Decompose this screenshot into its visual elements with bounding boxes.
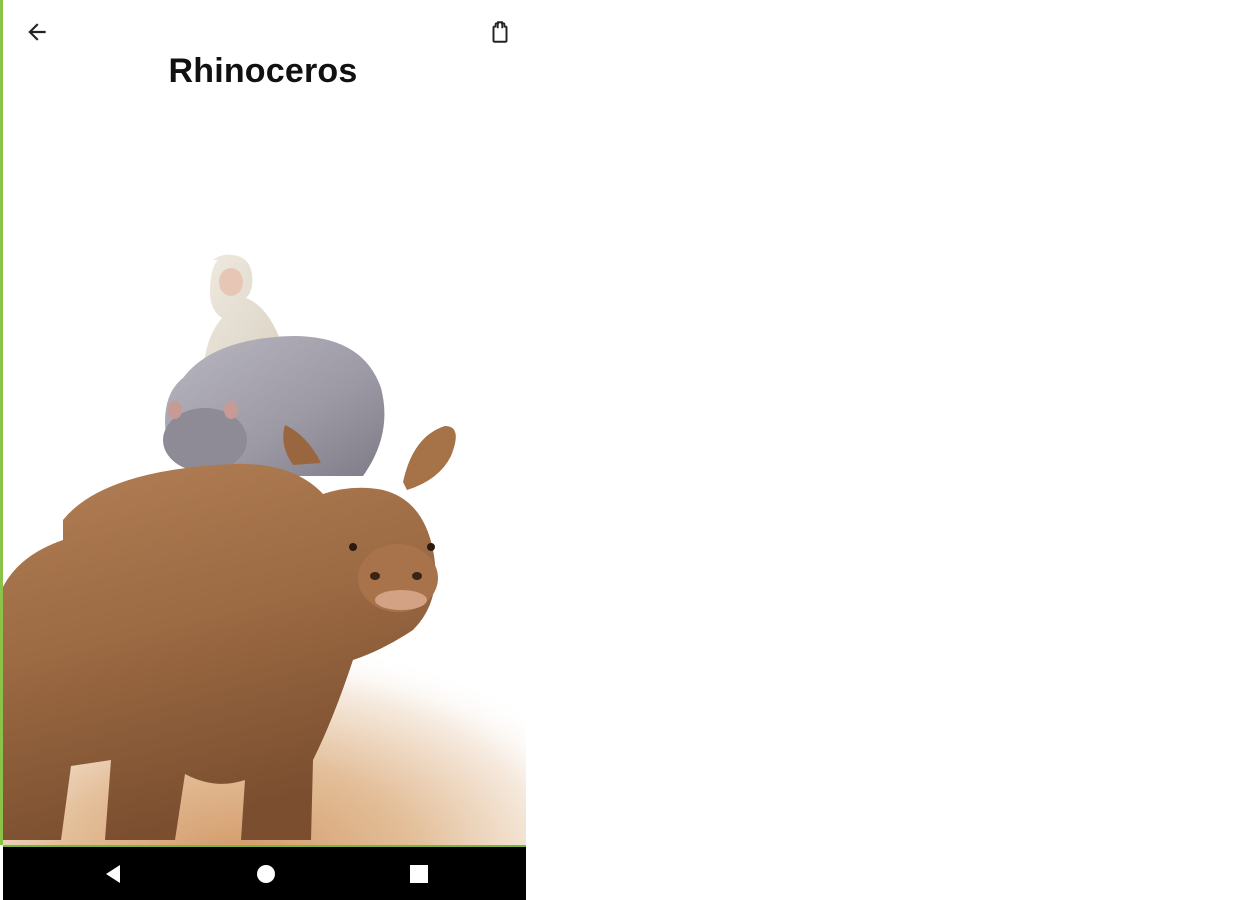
- app-screen: Rhinoceros: [0, 0, 526, 900]
- hippo-figure: [163, 336, 385, 476]
- share-icon: [492, 21, 508, 43]
- circle-home-icon: [257, 865, 275, 883]
- back-button[interactable]: [17, 12, 57, 52]
- share-button[interactable]: [480, 12, 520, 52]
- page-title: Rhinoceros: [168, 52, 358, 90]
- square-recents-icon: [410, 865, 428, 883]
- nav-home-button[interactable]: [246, 859, 286, 889]
- arrow-left-icon: [28, 23, 46, 41]
- triangle-back-icon: [106, 865, 120, 883]
- animal-scene-image: [3, 110, 526, 845]
- nav-recents-button[interactable]: [399, 859, 439, 889]
- system-navigation-bar: [3, 845, 526, 900]
- nav-back-button[interactable]: [93, 859, 133, 889]
